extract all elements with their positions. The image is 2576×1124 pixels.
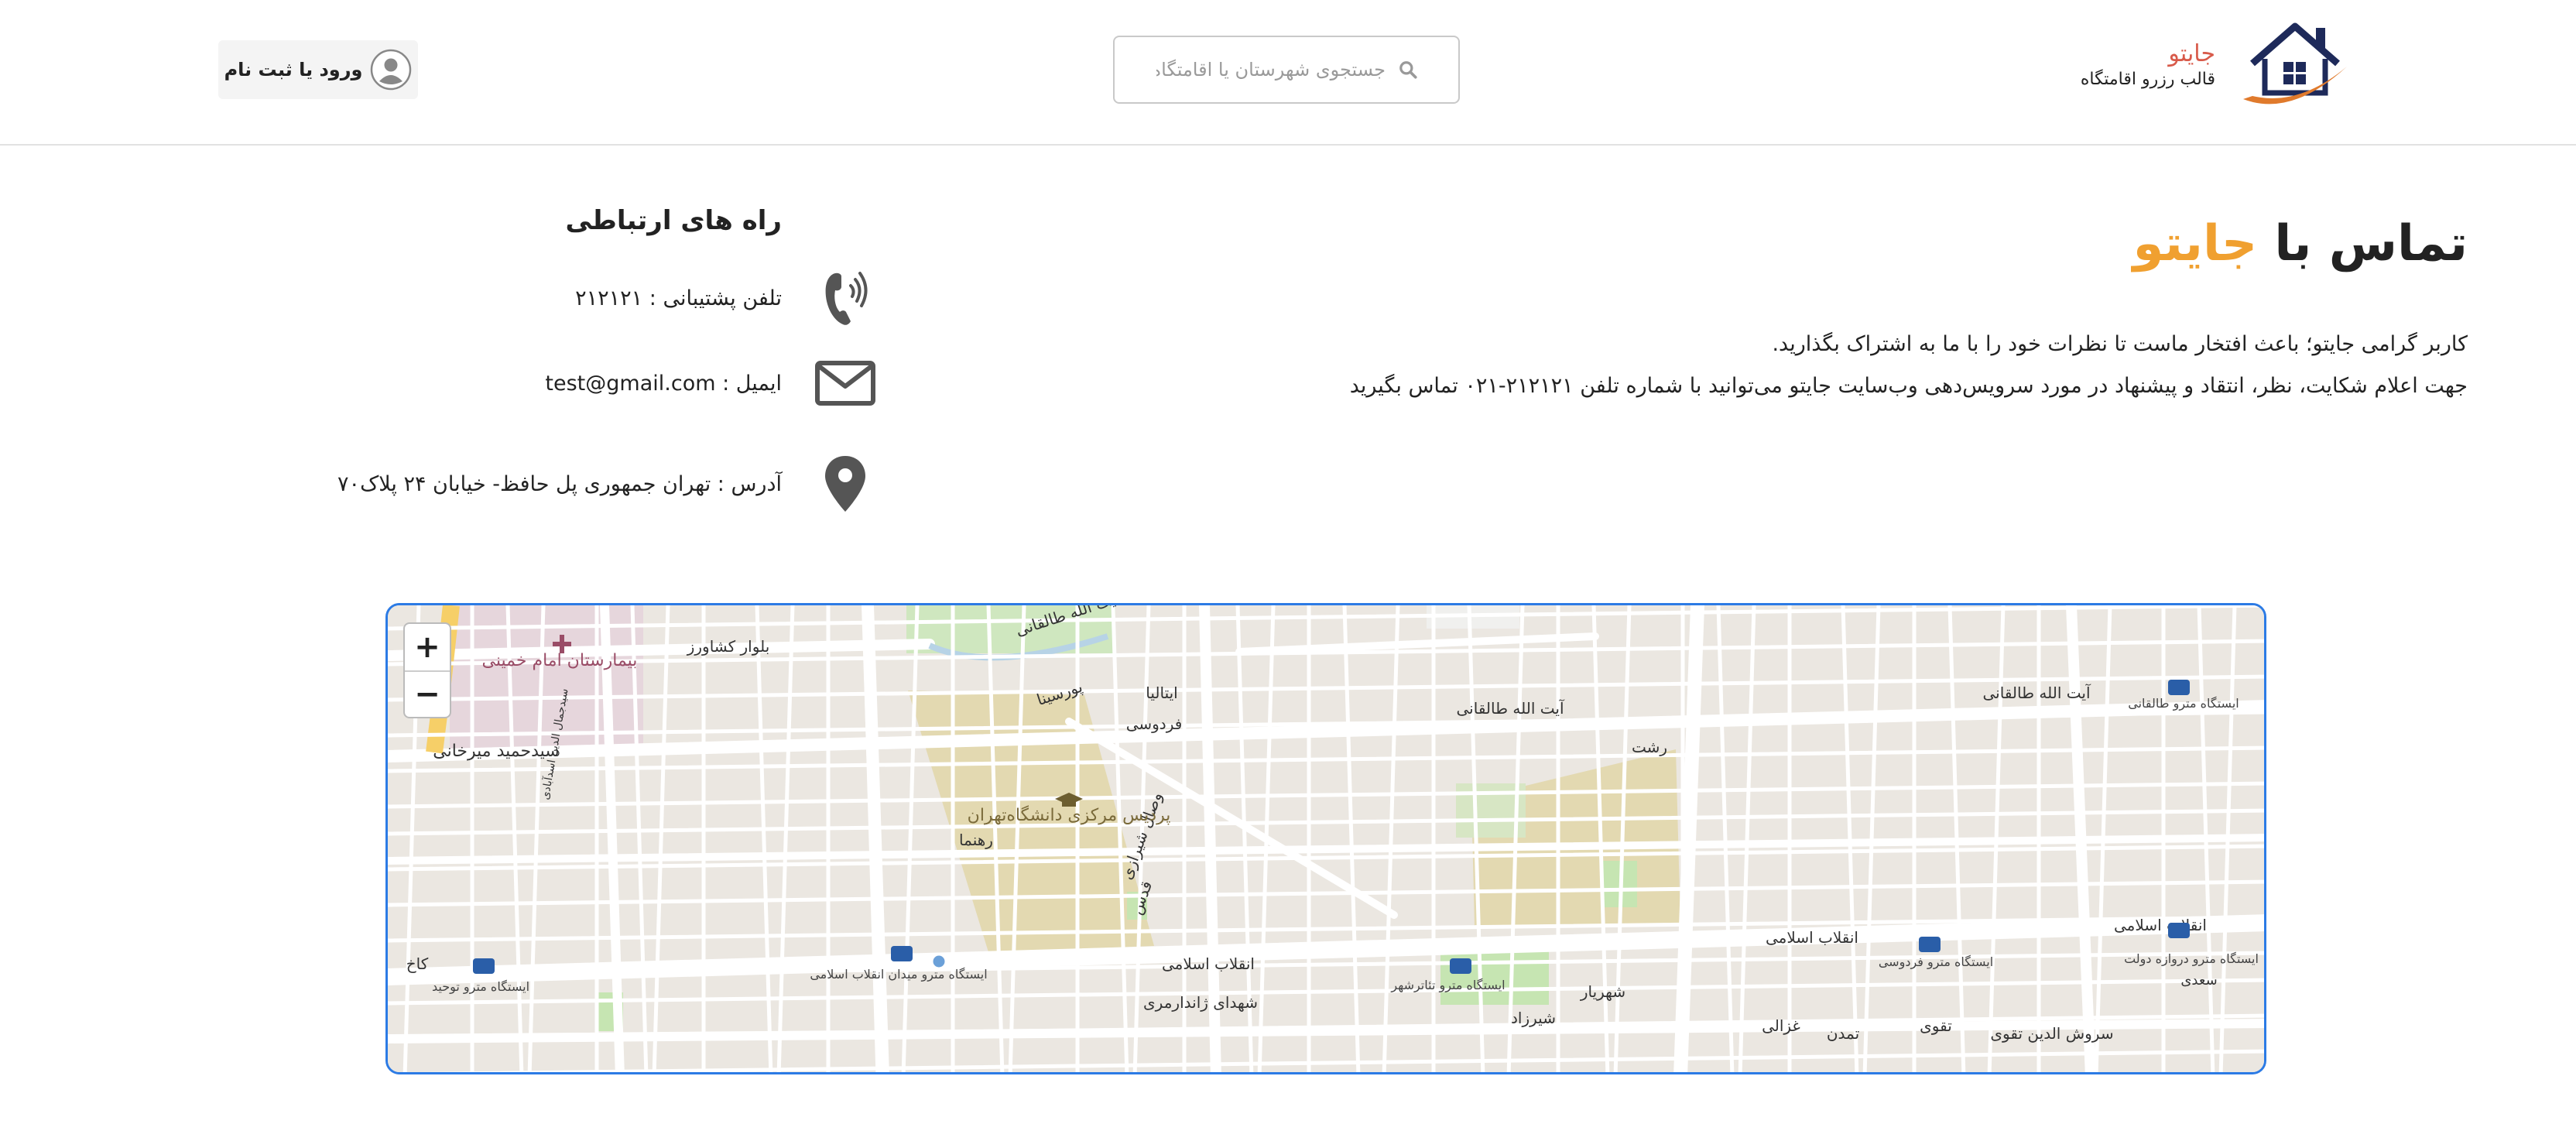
map-street-label: تقوی <box>1920 1016 1952 1035</box>
map-place-label: ایستگاه مترو دروازه دولت <box>2124 951 2259 967</box>
map-street-label: آیت الله طالقانی <box>1982 683 2091 702</box>
map-zoom-control: + − <box>403 622 451 718</box>
zoom-out-button[interactable]: − <box>405 670 450 717</box>
map-street-label: رهنما <box>959 831 993 849</box>
map-street-label: فردوسی <box>1126 714 1183 733</box>
map-pin-icon <box>825 456 865 512</box>
contact-phone[interactable]: تلفن پشتیبانی : ۲۱۲۱۲۱ <box>575 267 882 329</box>
intro-paragraph-1: کاربر گرامی جایتو؛ باعث افتخار ماست تا ن… <box>1772 332 2468 356</box>
page-title-prefix: تماس با <box>2274 215 2468 272</box>
contact-heading: راه های ارتباطی <box>565 205 782 236</box>
map-street-label: انقلاب اسلامی <box>1766 928 1858 947</box>
brand-tagline: قالب رزرو اقامتگاه <box>2080 70 2215 89</box>
search-box[interactable] <box>1113 36 1460 104</box>
map-street-label: شهریار <box>1580 982 1625 1001</box>
brand-name: جایتو <box>2168 40 2215 67</box>
map-street-label: سیدحمید میرخانی <box>433 742 559 761</box>
map-street-label: بلوار کشاورز <box>687 637 770 656</box>
login-register-label: ورود یا ثبت نام <box>224 59 363 81</box>
search-input[interactable] <box>1155 58 1387 81</box>
user-avatar-icon <box>371 49 412 91</box>
map-street-label: شهدای ژاندارمری <box>1143 993 1258 1012</box>
map-canvas[interactable]: بلوار کشاورز سیدجمال الدین اسدآبادی انقل… <box>388 605 2266 1074</box>
map-street-label: سروش الدین تقوی <box>1990 1024 2113 1043</box>
brand[interactable]: جایتو قالب رزرو اقامتگاه <box>2081 15 2353 116</box>
search-icon <box>1399 61 1417 79</box>
map-street-label: سعدی <box>2180 972 2217 989</box>
map-place-label: ایستگاه مترو توحید <box>432 979 529 995</box>
site-header: جایتو قالب رزرو اقامتگاه ورود یا ثبت نام <box>0 0 2576 146</box>
zoom-in-button[interactable]: + <box>405 624 450 670</box>
contact-address-label: آدرس : تهران جمهوری پل حافظ- خیابان ۲۴ پ… <box>337 471 782 496</box>
contact-email[interactable]: ایمیل : test@gmail.com <box>545 360 882 406</box>
map-street-label: آیت الله طالقانی <box>1456 698 1564 718</box>
map-street-label: شیرزاد <box>1511 1009 1556 1027</box>
envelope-icon <box>815 361 875 406</box>
login-register-button[interactable]: ورود یا ثبت نام <box>218 40 418 99</box>
map-widget[interactable]: بلوار کشاورز سیدجمال الدین اسدآبادی انقل… <box>385 603 2266 1074</box>
page-title-accent: جایتو <box>2132 215 2258 272</box>
map-place-label: ایستگاه مترو میدان انقلاب اسلامی <box>810 967 987 982</box>
map-place-label: ایستگاه مترو تئاتر‌شهر <box>1390 978 1505 993</box>
map-street-label: ایتالیا <box>1146 684 1177 702</box>
map-place-label: بیمارستان امام خمینی <box>482 651 638 670</box>
contact-phone-label: تلفن پشتیبانی : ۲۱۲۱۲۱ <box>575 286 782 310</box>
map-street-label: رشت <box>1632 738 1667 756</box>
map-street-label: تمدن <box>1827 1024 1859 1043</box>
map-street-label: غزالی <box>1762 1016 1800 1035</box>
map-place-label: پردیس مرکزی دانشگاه‌تهران <box>968 805 1171 825</box>
brand-text: جایتو قالب رزرو اقامتگاه <box>2081 40 2215 91</box>
house-logo-icon <box>2243 22 2347 105</box>
map-street-label: کاخ <box>406 954 429 973</box>
intro-paragraph-2: جهت اعلام شکایت، نظر، انتقاد و پیشنهاد د… <box>1349 374 2468 398</box>
contact-intro: تماس با جایتو کاربر گرامی جایتو؛ باعث اف… <box>1307 209 2468 407</box>
map-place-label: ایستگاه مترو فردوسی <box>1879 954 1993 970</box>
map-street-label: انقلاب اسلامی <box>2114 916 2207 934</box>
page-title: تماس با جایتو <box>1307 209 2468 279</box>
map-place-label: ایستگاه مترو طالقانی <box>2128 696 2239 711</box>
contact-address[interactable]: آدرس : تهران جمهوری پل حافظ- خیابان ۲۴ پ… <box>337 453 882 515</box>
map-street-label: انقلاب اسلامی <box>1162 954 1255 973</box>
contact-email-label: ایمیل : test@gmail.com <box>545 371 782 396</box>
phone-icon <box>825 272 868 325</box>
